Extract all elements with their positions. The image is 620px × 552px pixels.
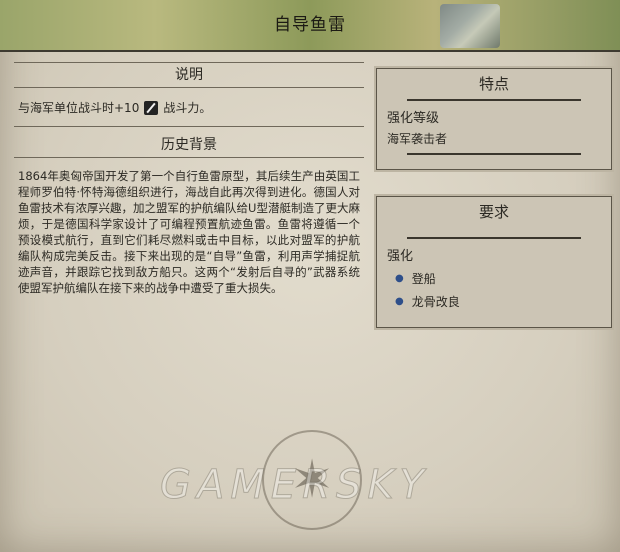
description-heading: 说明 (175, 67, 203, 83)
header-banner: 自导鱼雷 (0, 0, 620, 52)
divider (14, 157, 364, 158)
effect-text-prefix: 与海军单位战斗时+10 (18, 101, 140, 115)
requirements-label: 强化 (387, 249, 414, 264)
requirements-box: 要求 强化 ● 登船 ● 龙骨改良 (376, 196, 612, 328)
watermark-text: GAMERSKY (160, 462, 430, 509)
bullet-icon: ● (395, 296, 404, 307)
page-title: 自导鱼雷 (274, 15, 346, 35)
features-title: 特点 (478, 75, 509, 93)
history-text: 1864年奥匈帝国开发了第一个自行鱼雷原型，其后续生产由英国工程师罗伯特·怀特海… (18, 169, 360, 295)
divider (407, 99, 581, 101)
requirement-label: 登船 (411, 272, 436, 286)
divider (407, 153, 581, 155)
features-label: 强化等级 (387, 111, 440, 126)
requirement-item[interactable]: ● 登船 (395, 270, 601, 287)
divider (14, 87, 364, 88)
features-value: 海军袭击者 (387, 132, 448, 146)
requirement-item[interactable]: ● 龙骨改良 (395, 293, 601, 310)
features-box: 特点 强化等级 海军袭击者 (376, 68, 612, 170)
requirements-title: 要求 (478, 203, 509, 221)
sword-strength-icon (144, 101, 159, 115)
history-heading: 历史背景 (161, 137, 217, 153)
requirement-label: 龙骨改良 (411, 295, 460, 309)
effect-line: 与海军单位战斗时+10 战斗力。 (18, 98, 360, 118)
bullet-icon: ● (395, 273, 404, 284)
divider (407, 237, 581, 239)
effect-text-suffix: 战斗力。 (163, 101, 212, 115)
divider (14, 126, 364, 127)
